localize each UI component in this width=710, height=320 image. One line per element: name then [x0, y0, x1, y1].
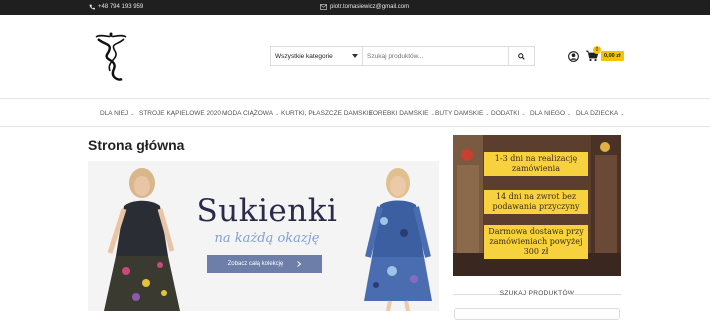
chevron-down-icon: ⌄ — [620, 110, 625, 117]
nav-item-dla-niej[interactable]: DLA NIEJ ⌄ — [100, 110, 134, 117]
nav-item-stroje-kapielowe[interactable]: STROJE KĄPIELOWE 2020 ⌄ — [139, 110, 227, 117]
envelope-icon — [320, 4, 327, 10]
banner-subheading: na każdą okazję — [214, 231, 320, 246]
chevron-down-icon: ⌄ — [130, 110, 135, 117]
promo-banner[interactable]: 1-3 dni na realizację zamówienia 14 dni … — [453, 135, 621, 276]
nav-item-dla-niego[interactable]: DLA NIEGO ⌄ — [530, 110, 571, 117]
chevron-down-icon: ⌄ — [485, 110, 490, 117]
chevron-down-icon: ⌄ — [275, 110, 280, 117]
nav-item-torebki-damskie[interactable]: TOREBKI DAMSKIE ⌄ — [369, 110, 435, 117]
nav-item-dodatki[interactable]: DODATKI ⌄ — [491, 110, 526, 117]
phone-number: +48 794 193 959 — [98, 4, 144, 10]
divider — [569, 294, 621, 295]
phone-contact[interactable]: +48 794 193 959 — [89, 4, 143, 10]
nav-item-dla-dziecka[interactable]: DLA DZIECKA ⌄ — [576, 110, 624, 117]
nav-item-label: DLA NIEJ — [100, 110, 129, 117]
search-icon — [518, 52, 525, 60]
top-bar: +48 794 193 959 piotr.tomasiewicz@gmail.… — [0, 0, 710, 15]
model-image-right — [364, 168, 432, 311]
promo-line-1: 1-3 dni na realizację zamówienia — [484, 152, 588, 176]
banner-heading: Sukienki — [196, 193, 338, 229]
chevron-right-icon — [297, 261, 302, 267]
nav-item-label: MODA CIĄŻOWA — [222, 110, 274, 117]
nav-item-kurtki-plaszcze[interactable]: KURTKI, PŁASZCZE DAMSKIE — [281, 110, 373, 117]
cart-count-badge: 0 — [593, 46, 601, 54]
nav-item-label: STROJE KĄPIELOWE 2020 — [139, 110, 222, 117]
search-button[interactable] — [508, 47, 534, 65]
logo[interactable] — [88, 29, 134, 85]
product-search: Wszystkie kategorie — [270, 46, 535, 66]
phone-icon — [89, 4, 95, 10]
chevron-down-icon: ⌄ — [567, 110, 572, 117]
cart-total[interactable]: 0,00 zł — [601, 51, 624, 61]
site-header: Wszystkie kategorie 0 0,00 zł — [0, 15, 710, 99]
email-contact[interactable]: piotr.tomasiewicz@gmail.com — [320, 4, 409, 10]
hero-banner[interactable]: Sukienki na każdą okazję Zobacz całą kol… — [88, 161, 439, 311]
view-collection-label: Zobacz całą kolekcję — [227, 261, 284, 267]
nav-item-label: DLA DZIECKA — [576, 110, 619, 117]
nav-item-label: DODATKI — [491, 110, 520, 117]
page-title: Strona główna — [88, 137, 185, 153]
chevron-down-icon: ⌄ — [521, 110, 526, 117]
email-address: piotr.tomasiewicz@gmail.com — [330, 4, 410, 10]
view-collection-button[interactable]: Zobacz całą kolekcję — [207, 255, 322, 273]
category-select-value: Wszystkie kategorie — [275, 52, 333, 60]
category-select[interactable]: Wszystkie kategorie — [271, 47, 363, 65]
nav-item-moda-ciazowa[interactable]: MODA CIĄŻOWA ⌄ — [222, 110, 279, 117]
nav-item-label: TOREBKI DAMSKIE — [369, 110, 429, 117]
search-input[interactable] — [363, 47, 508, 65]
nav-item-label: BUTY DAMSKIE — [435, 110, 484, 117]
promo-line-2: 14 dni na zwrot bez podawania przyczyny — [484, 190, 588, 214]
nav-item-label: DLA NIEGO — [530, 110, 566, 117]
chevron-down-icon — [352, 54, 358, 58]
main-nav: DLA NIEJ ⌄ STROJE KĄPIELOWE 2020 ⌄ MODA CI… — [0, 100, 710, 127]
sidebar-search-input[interactable] — [454, 308, 620, 320]
nav-item-label: KURTKI, PŁASZCZE DAMSKIE — [281, 110, 373, 117]
model-image-left — [104, 168, 180, 311]
nav-item-buty-damskie[interactable]: BUTY DAMSKIE ⌄ — [435, 110, 489, 117]
account-icon[interactable] — [568, 51, 579, 62]
promo-line-3: Darmowa dostawa przy zamówieniach powyże… — [484, 225, 588, 259]
